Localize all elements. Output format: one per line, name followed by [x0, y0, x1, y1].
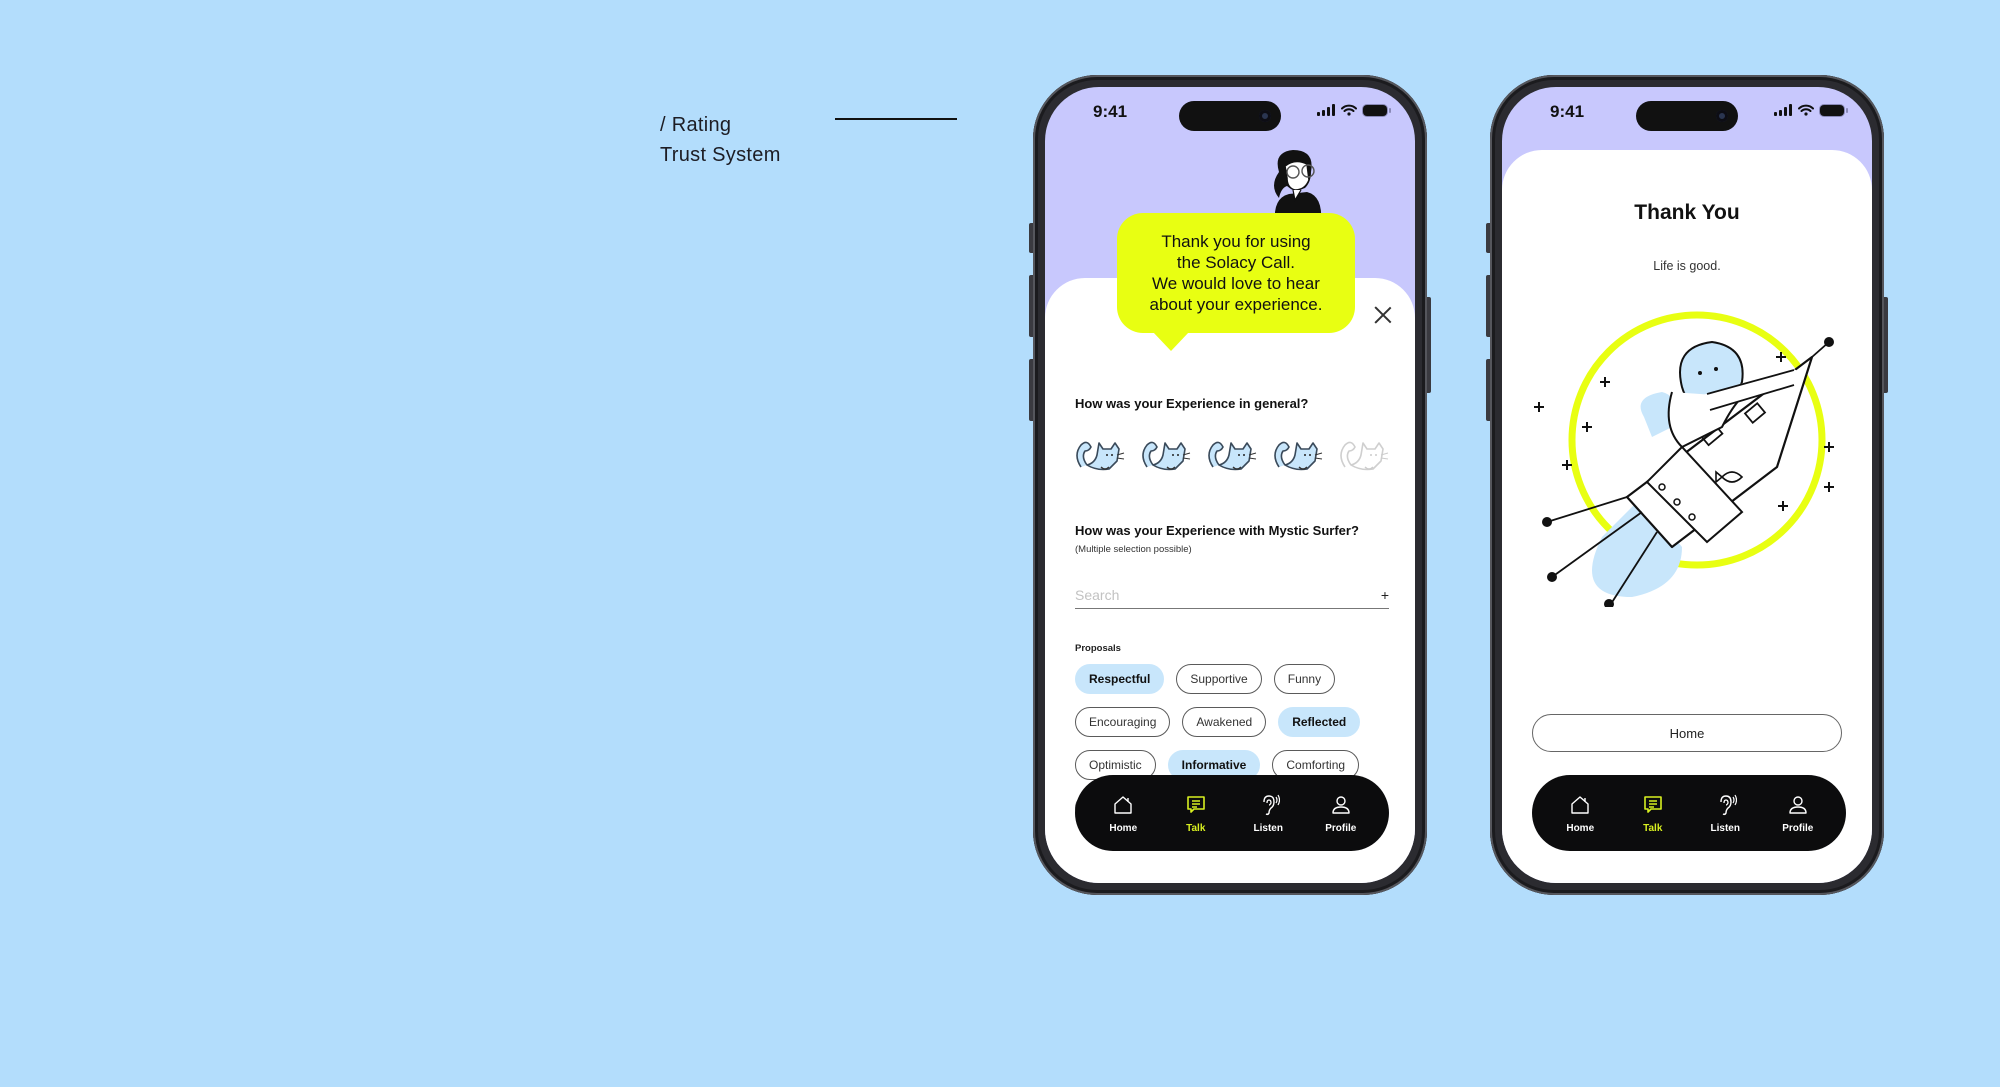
bubble-line: about your experience. — [1149, 295, 1323, 314]
cat-rating[interactable] — [1073, 435, 1389, 475]
home-icon — [1114, 795, 1132, 814]
proposal-chip[interactable]: Supportive — [1176, 664, 1262, 694]
home-icon — [1571, 795, 1589, 814]
ear-icon — [1720, 794, 1738, 815]
power-button — [1427, 297, 1431, 393]
status-time: 9:41 — [1550, 102, 1585, 121]
action-button — [1029, 223, 1033, 253]
bubble-line: Thank you for using — [1161, 232, 1311, 251]
nav-item-home[interactable]: Home — [1093, 793, 1153, 834]
cat-icon[interactable] — [1271, 435, 1323, 475]
volume-down-button — [1029, 359, 1033, 421]
proposal-chip[interactable]: Respectful — [1075, 664, 1165, 694]
search-field: + — [1075, 581, 1389, 609]
nav-label: Profile — [1782, 822, 1814, 834]
wifi-icon — [1341, 104, 1357, 116]
cat-icon[interactable] — [1205, 435, 1257, 475]
nav-label: Home — [1566, 822, 1595, 834]
action-button — [1486, 223, 1490, 253]
close-icon[interactable] — [1373, 305, 1393, 325]
proposal-chip[interactable]: Funny — [1273, 664, 1336, 694]
camera-icon — [1716, 110, 1728, 122]
chat-icon — [1643, 795, 1662, 813]
search-input[interactable] — [1075, 586, 1358, 603]
thank-you-bubble: Thank you for using the Solacy Call. We … — [1117, 213, 1355, 351]
proposal-chip[interactable]: Encouraging — [1075, 707, 1171, 737]
nav-item-profile[interactable]: Profile — [1768, 793, 1828, 834]
volume-up-button — [1486, 275, 1490, 337]
status-bar: 9:41 — [1502, 87, 1872, 139]
dynamic-island — [1636, 101, 1738, 131]
thank-you-subtitle: Life is good. — [1653, 259, 1721, 273]
add-icon[interactable]: + — [1381, 587, 1389, 603]
user-icon — [1789, 795, 1807, 814]
caption-trust-system: Trust System — [660, 144, 781, 166]
nav-item-profile[interactable]: Profile — [1311, 793, 1371, 834]
bottom-nav: Home Talk Listen Profile — [1075, 775, 1389, 851]
user-icon — [1332, 795, 1350, 814]
dynamic-island — [1179, 101, 1281, 131]
nav-label: Talk — [1643, 822, 1663, 834]
caption-divider — [835, 118, 957, 120]
signal-icon — [1774, 104, 1792, 116]
bubble-line: the Solacy Call. — [1176, 253, 1296, 272]
cat-icon[interactable] — [1139, 435, 1191, 475]
volume-up-button — [1029, 275, 1033, 337]
multiple-selection-hint: (Multiple selection possible) — [1075, 544, 1192, 555]
nav-item-talk[interactable]: Talk — [1166, 793, 1226, 834]
screen: 9:41 Thank You Life is good. Home Home T… — [1502, 87, 1872, 883]
bubble-line: We would love to hear — [1152, 274, 1320, 293]
chat-icon — [1186, 795, 1205, 813]
nav-item-listen[interactable]: Listen — [1238, 793, 1298, 834]
nav-label: Home — [1109, 822, 1138, 834]
phone-rating-screen: 9:41 Thank you for using the Solacy Call… — [1029, 75, 1431, 895]
nav-label: Profile — [1325, 822, 1357, 834]
status-time: 9:41 — [1093, 102, 1128, 121]
nav-label: Listen — [1253, 822, 1283, 834]
status-bar: 9:41 — [1045, 87, 1415, 139]
section-caption: / Rating Trust System — [660, 110, 781, 170]
wifi-icon — [1798, 104, 1814, 116]
home-button[interactable]: Home — [1532, 714, 1842, 752]
signal-icon — [1317, 104, 1335, 116]
woman-illustration — [1274, 150, 1322, 222]
nav-item-talk[interactable]: Talk — [1623, 793, 1683, 834]
caption-rating: / Rating — [660, 114, 732, 136]
question-mystic-surfer: How was your Experience with Mystic Surf… — [1075, 523, 1359, 538]
screen: 9:41 Thank you for using the Solacy Call… — [1045, 87, 1415, 883]
proposal-chip[interactable]: Reflected — [1278, 707, 1361, 737]
cat-icon[interactable] — [1073, 435, 1125, 475]
question-general: How was your Experience in general? — [1075, 396, 1309, 411]
nav-label: Talk — [1186, 822, 1206, 834]
camera-icon — [1259, 110, 1271, 122]
bottom-nav: Home Talk Listen Profile — [1532, 775, 1846, 851]
proposals-label: Proposals — [1075, 643, 1121, 654]
phone-thank-you-screen: 9:41 Thank You Life is good. Home Home T… — [1486, 75, 1888, 895]
cat-rocket-illustration — [1534, 311, 1834, 607]
volume-down-button — [1486, 359, 1490, 421]
nav-label: Listen — [1710, 822, 1740, 834]
nav-item-listen[interactable]: Listen — [1695, 793, 1755, 834]
battery-icon — [1820, 104, 1848, 116]
battery-icon — [1363, 104, 1391, 116]
power-button — [1884, 297, 1888, 393]
cat-icon[interactable] — [1337, 435, 1389, 475]
proposal-chip[interactable]: Awakened — [1182, 707, 1267, 737]
thank-you-title: Thank You — [1634, 201, 1740, 224]
ear-icon — [1263, 794, 1281, 815]
nav-item-home[interactable]: Home — [1550, 793, 1610, 834]
